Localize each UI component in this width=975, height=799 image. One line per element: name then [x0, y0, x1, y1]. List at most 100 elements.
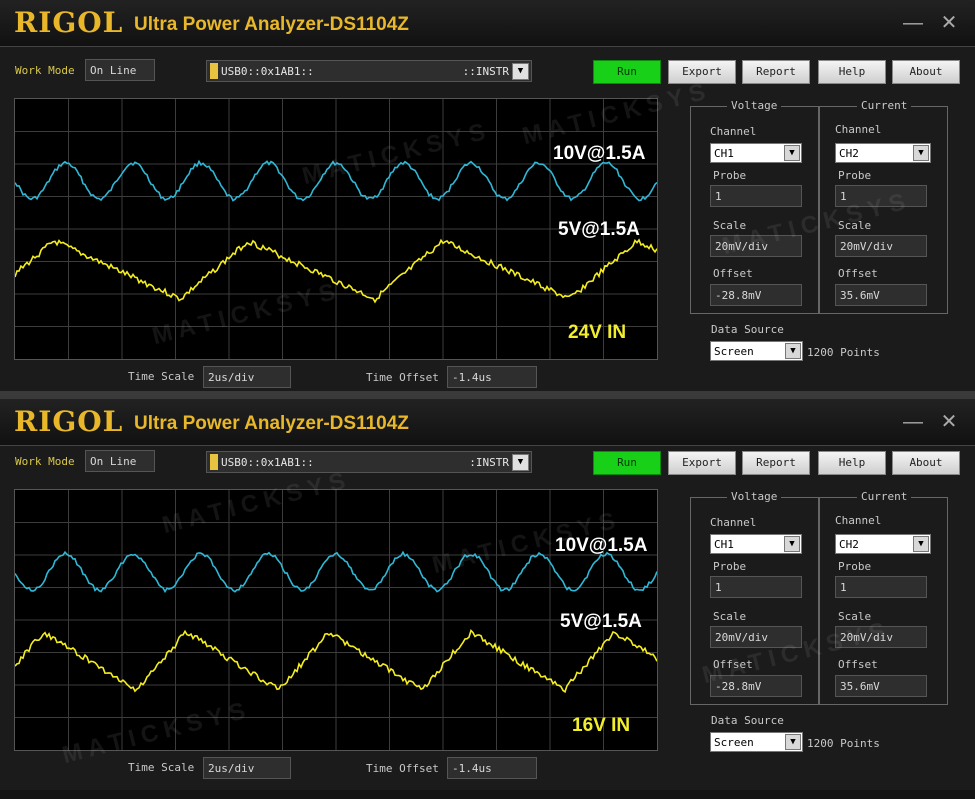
close-icon[interactable]: ✕	[938, 12, 960, 34]
chevron-down-icon[interactable]: ▼	[913, 145, 929, 161]
voltage-offset-field[interactable]: -28.8mV	[710, 284, 802, 306]
chevron-down-icon[interactable]: ▼	[512, 63, 529, 80]
voltage-scale-field[interactable]: 20mV/div	[710, 626, 802, 648]
chevron-down-icon[interactable]: ▼	[913, 536, 929, 552]
app-title: Ultra Power Analyzer-DS1104Z	[134, 14, 409, 35]
current-offset-label: Offset	[838, 658, 878, 671]
points-count: 1200 Points	[807, 346, 880, 359]
voltage-scale-field[interactable]: 20mV/div	[710, 235, 802, 257]
minimize-icon[interactable]: —	[902, 12, 924, 34]
time-offset-label: Time Offset	[366, 762, 439, 775]
title-bar: RIGOL Ultra Power Analyzer-DS1104Z — ✕	[0, 0, 975, 47]
current-channel-select[interactable]: CH2 ▼	[835, 143, 931, 163]
chevron-down-icon[interactable]: ▼	[512, 454, 529, 471]
data-source-select[interactable]: Screen ▼	[710, 732, 803, 752]
voltage-offset-field[interactable]: -28.8mV	[710, 675, 802, 697]
voltage-offset-label: Offset	[713, 658, 753, 671]
run-button[interactable]: Run	[593, 60, 661, 84]
current-channel-label: Channel	[835, 514, 882, 527]
time-scale-label: Time Scale	[128, 761, 195, 774]
time-scale-field[interactable]: 2us/div	[203, 757, 291, 779]
rigol-logo: RIGOL	[14, 405, 124, 438]
current-panel-title: Current	[857, 99, 912, 112]
upper-rail-label: 10V@1.5A	[555, 535, 648, 556]
time-scale-field[interactable]: 2us/div	[203, 366, 291, 388]
export-button[interactable]: Export	[668, 60, 736, 84]
rigol-logo: RIGOL	[14, 6, 124, 39]
voltage-panel: Voltage Channel CH1 ▼ Probe 1 Scale 20mV…	[690, 490, 820, 705]
usb-resource-text: USB0::0x1AB1::	[221, 65, 314, 78]
title-bar: RIGOL Ultra Power Analyzer-DS1104Z — ✕	[0, 399, 975, 446]
report-button[interactable]: Report	[742, 451, 810, 475]
current-panel: Current Channel CH2 ▼ Probe 1 Scale 20mV…	[818, 490, 948, 705]
current-offset-field[interactable]: 35.6mV	[835, 675, 927, 697]
voltage-channel-select[interactable]: CH1 ▼	[710, 534, 802, 554]
voltage-channel-label: Channel	[710, 125, 757, 138]
export-button[interactable]: Export	[668, 451, 736, 475]
usb-resource-suffix: :INSTR	[469, 456, 509, 469]
about-button[interactable]: About	[892, 451, 960, 475]
chevron-down-icon[interactable]: ▼	[785, 734, 801, 750]
current-panel: Current Channel CH2 ▼ Probe 1 Scale 20mV…	[818, 99, 948, 314]
usb-resource-select[interactable]: USB0::0x1AB1:: :INSTR ▼	[206, 451, 532, 473]
chevron-down-icon[interactable]: ▼	[784, 536, 800, 552]
voltage-panel-title: Voltage	[727, 99, 782, 112]
chevron-down-icon[interactable]: ▼	[785, 343, 801, 359]
data-source-select[interactable]: Screen ▼	[710, 341, 803, 361]
voltage-panel: Voltage Channel CH1 ▼ Probe 1 Scale 20mV…	[690, 99, 820, 314]
usb-resource-suffix: ::INSTR	[462, 65, 509, 78]
voltage-scale-label: Scale	[713, 219, 747, 232]
voltage-channel-value: CH1	[714, 147, 734, 160]
run-button[interactable]: Run	[593, 451, 661, 475]
voltage-probe-field[interactable]: 1	[710, 185, 802, 207]
time-scale-label: Time Scale	[128, 370, 195, 383]
points-count: 1200 Points	[807, 737, 880, 750]
usb-icon	[210, 454, 218, 470]
report-button[interactable]: Report	[742, 60, 810, 84]
help-button[interactable]: Help	[818, 60, 886, 84]
data-source-label: Data Source	[711, 323, 784, 336]
time-offset-field[interactable]: -1.4us	[447, 757, 537, 779]
current-panel-title: Current	[857, 490, 912, 503]
voltage-scale-label: Scale	[713, 610, 747, 623]
current-scale-field[interactable]: 20mV/div	[835, 626, 927, 648]
work-mode-label: Work Mode	[15, 64, 75, 77]
time-offset-field[interactable]: -1.4us	[447, 366, 537, 388]
analyzer-window-top: RIGOL Ultra Power Analyzer-DS1104Z — ✕ W…	[0, 0, 975, 391]
voltage-probe-label: Probe	[713, 560, 747, 573]
current-probe-label: Probe	[838, 169, 872, 182]
input-voltage-label: 24V IN	[568, 322, 627, 343]
minimize-icon[interactable]: —	[902, 411, 924, 433]
current-scale-field[interactable]: 20mV/div	[835, 235, 927, 257]
current-probe-field[interactable]: 1	[835, 576, 927, 598]
work-mode-field[interactable]: On Line	[85, 59, 155, 81]
lower-rail-label: 5V@1.5A	[560, 611, 642, 632]
usb-icon	[210, 63, 218, 79]
data-source-label: Data Source	[711, 714, 784, 727]
voltage-offset-label: Offset	[713, 267, 753, 280]
current-scale-label: Scale	[838, 610, 872, 623]
voltage-panel-title: Voltage	[727, 490, 782, 503]
close-icon[interactable]: ✕	[938, 411, 960, 433]
input-voltage-label: 16V IN	[572, 715, 631, 736]
current-offset-label: Offset	[838, 267, 878, 280]
about-button[interactable]: About	[892, 60, 960, 84]
voltage-channel-value: CH1	[714, 538, 734, 551]
current-probe-label: Probe	[838, 560, 872, 573]
analyzer-window-bottom: RIGOL Ultra Power Analyzer-DS1104Z — ✕ W…	[0, 399, 975, 790]
current-channel-label: Channel	[835, 123, 882, 136]
help-button[interactable]: Help	[818, 451, 886, 475]
usb-resource-text: USB0::0x1AB1::	[221, 456, 314, 469]
app-title: Ultra Power Analyzer-DS1104Z	[134, 413, 409, 434]
voltage-channel-label: Channel	[710, 516, 757, 529]
current-channel-select[interactable]: CH2 ▼	[835, 534, 931, 554]
work-mode-field[interactable]: On Line	[85, 450, 155, 472]
voltage-channel-select[interactable]: CH1 ▼	[710, 143, 802, 163]
usb-resource-select[interactable]: USB0::0x1AB1:: ::INSTR ▼	[206, 60, 532, 82]
current-channel-value: CH2	[839, 538, 859, 551]
current-probe-field[interactable]: 1	[835, 185, 927, 207]
voltage-probe-field[interactable]: 1	[710, 576, 802, 598]
lower-rail-label: 5V@1.5A	[558, 219, 640, 240]
current-offset-field[interactable]: 35.6mV	[835, 284, 927, 306]
chevron-down-icon[interactable]: ▼	[784, 145, 800, 161]
